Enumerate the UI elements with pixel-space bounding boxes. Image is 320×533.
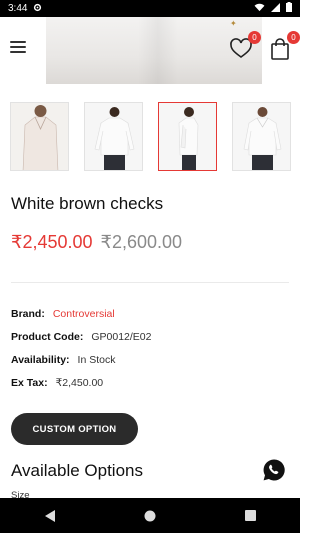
cart-count-badge: 0 [287, 31, 300, 44]
app-header: ✦ 0 0 [0, 17, 300, 84]
availability-label: Availability: [11, 354, 70, 366]
thumbnail-gallery [10, 102, 291, 171]
product-code-row: Product Code: GP0012/E02 [11, 331, 151, 343]
whatsapp-button[interactable] [262, 458, 286, 482]
battery-icon [286, 2, 292, 15]
available-options-heading: Available Options [11, 461, 143, 480]
thumbnail-front-view[interactable] [232, 102, 291, 171]
recents-nav-icon[interactable] [240, 506, 260, 526]
thumbnail-back-view[interactable] [84, 102, 143, 171]
status-bar: 3:44 [0, 0, 300, 17]
hamburger-icon[interactable] [10, 41, 26, 53]
system-nav-bar [0, 498, 300, 533]
availability-row: Availability: In Stock [11, 354, 115, 366]
current-price: ₹2,450.00 [11, 232, 93, 252]
custom-option-button[interactable]: CUSTOM OPTION [11, 413, 138, 445]
brand-link[interactable]: Controversial [53, 308, 115, 320]
product-code-label: Product Code: [11, 331, 84, 343]
home-nav-icon[interactable] [140, 506, 160, 526]
availability-value: In Stock [77, 354, 116, 366]
divider [11, 282, 289, 283]
brand-logo-icon: ✦ [230, 19, 237, 28]
brand-label: Brand: [11, 308, 45, 320]
product-code-value: GP0012/E02 [91, 331, 152, 343]
wishlist-button[interactable]: 0 [229, 31, 261, 63]
thumbnail-side-view[interactable] [158, 102, 217, 171]
back-nav-icon[interactable] [40, 506, 60, 526]
cart-button[interactable]: 0 [268, 31, 300, 63]
wishlist-count-badge: 0 [248, 31, 261, 44]
original-price: ₹2,600.00 [100, 232, 183, 252]
thumbnail-front-closeup[interactable] [10, 102, 69, 171]
signal-icon [271, 2, 280, 15]
settings-icon [33, 3, 42, 15]
ex-tax-value: ₹2,450.00 [55, 377, 104, 389]
wifi-icon [254, 3, 265, 15]
product-title: White brown checks [11, 194, 164, 213]
ex-tax-label: Ex Tax: [11, 377, 48, 389]
brand-row: Brand: Controversial [11, 308, 115, 320]
status-time: 3:44 [8, 3, 28, 14]
price-row: ₹2,450.00 ₹2,600.00 [11, 232, 182, 253]
whatsapp-icon [263, 459, 285, 481]
ex-tax-row: Ex Tax: ₹2,450.00 [11, 377, 103, 389]
